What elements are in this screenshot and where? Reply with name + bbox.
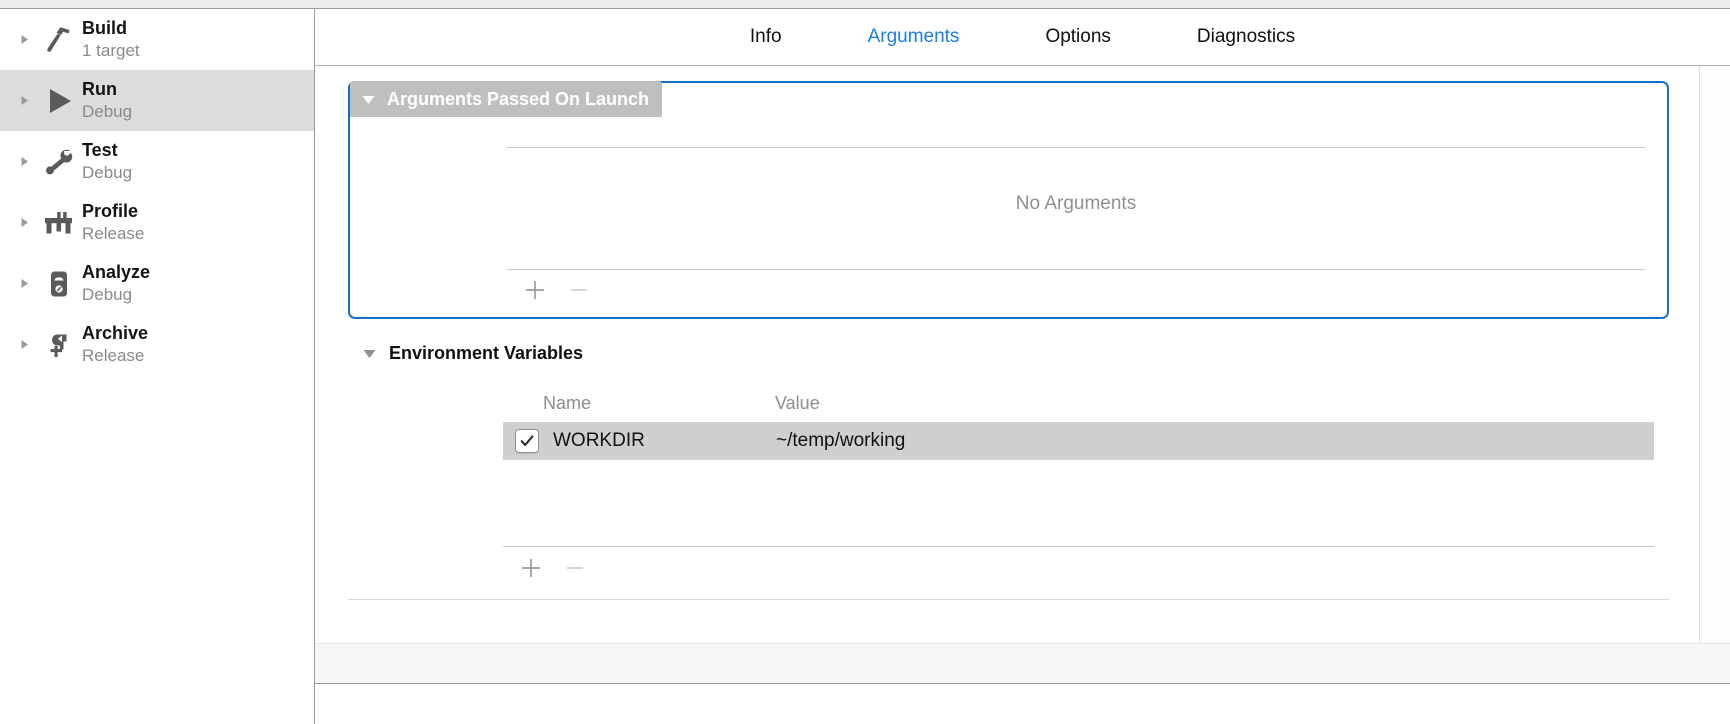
archive-icon — [36, 329, 82, 361]
environment-variables-table: Name Value WORKDIR ~/temp/working — [503, 384, 1654, 502]
env-value-cell[interactable]: ~/temp/working — [775, 430, 1654, 452]
environment-variables-title: Environment Variables — [389, 342, 584, 363]
arguments-section-header[interactable]: Arguments Passed On Launch — [350, 81, 663, 117]
arguments-pane-content: Arguments Passed On Launch No Arguments — [315, 66, 1730, 643]
arguments-section-title: Arguments Passed On Launch — [387, 88, 650, 109]
sidebar-item-profile[interactable]: Profile Release — [0, 192, 314, 253]
sidebar-item-subtitle: Release — [82, 223, 145, 243]
sidebar-item-title: Archive — [82, 323, 149, 344]
sidebar-item-text: Analyze Debug — [82, 262, 150, 304]
column-header-value: Value — [775, 392, 820, 413]
sidebar-item-text: Archive Release — [82, 323, 148, 365]
sidebar-item-archive[interactable]: Archive Release — [0, 314, 314, 375]
sidebar-item-subtitle: Debug — [82, 101, 133, 121]
pane-footer-bar — [315, 643, 1730, 684]
sidebar-item-title: Profile — [82, 201, 139, 222]
chevron-down-icon[interactable] — [362, 347, 377, 360]
gauge-icon — [36, 268, 82, 300]
sidebar-item-title: Run — [82, 79, 117, 100]
arguments-table-bottom-rule — [507, 269, 1645, 270]
table-column-headers: Name Value — [503, 384, 1654, 422]
play-icon — [36, 85, 82, 117]
add-argument-button[interactable] — [522, 277, 548, 303]
sidebar-item-run[interactable]: Run Debug — [0, 70, 314, 131]
remove-argument-button[interactable] — [566, 277, 592, 303]
sidebar-item-subtitle: Release — [82, 345, 145, 365]
tab-options[interactable]: Options — [1045, 26, 1110, 48]
disclosure-triangle-icon[interactable] — [18, 155, 36, 168]
hammer-icon — [36, 24, 82, 56]
arguments-empty-message: No Arguments — [1015, 193, 1137, 214]
scheme-actions-sidebar: Build 1 target Run Debug Test Debug Prof… — [0, 9, 315, 724]
arguments-table-top-rule — [507, 147, 1645, 148]
pane-bottom-rule — [348, 599, 1669, 600]
disclosure-triangle-icon[interactable] — [18, 94, 36, 107]
disclosure-triangle-icon[interactable] — [18, 338, 36, 351]
disclosure-triangle-icon[interactable] — [18, 33, 36, 46]
sidebar-item-test[interactable]: Test Debug — [0, 131, 314, 192]
chevron-down-icon[interactable] — [361, 93, 376, 106]
window-bottom-strip — [315, 684, 1730, 724]
add-environment-variable-button[interactable] — [518, 555, 544, 581]
disclosure-triangle-icon[interactable] — [18, 277, 36, 290]
scheme-editor-window: Build 1 target Run Debug Test Debug Prof… — [0, 8, 1730, 724]
sidebar-item-analyze[interactable]: Analyze Debug — [0, 253, 314, 314]
sidebar-item-subtitle: 1 target — [82, 40, 140, 60]
scheme-tab-bar: Info Arguments Options Diagnostics — [315, 9, 1730, 66]
sidebar-item-subtitle: Debug — [82, 284, 133, 304]
caliper-icon — [36, 207, 82, 239]
column-header-name: Name — [543, 392, 592, 413]
tab-arguments[interactable]: Arguments — [868, 26, 960, 48]
wrench-icon — [36, 146, 82, 178]
sidebar-item-title: Analyze — [82, 262, 151, 283]
arguments-pane-inner: Arguments Passed On Launch No Arguments — [315, 66, 1699, 643]
env-name-cell[interactable]: WORKDIR — [503, 429, 775, 453]
env-enabled-checkbox[interactable] — [515, 429, 539, 453]
sidebar-item-text: Test Debug — [82, 140, 132, 182]
sidebar-item-text: Run Debug — [82, 79, 132, 121]
sidebar-item-text: Profile Release — [82, 201, 144, 243]
environment-table-bottom-rule — [503, 546, 1654, 547]
remove-environment-variable-button[interactable] — [562, 555, 588, 581]
sidebar-item-title: Test — [82, 140, 118, 161]
environment-variables-header[interactable]: Environment Variables — [362, 338, 583, 368]
arguments-add-remove-controls — [522, 277, 592, 303]
scheme-detail-pane: Info Arguments Options Diagnostics Argum… — [315, 9, 1730, 724]
disclosure-triangle-icon[interactable] — [18, 216, 36, 229]
table-row-empty[interactable] — [503, 460, 1654, 502]
sidebar-item-build[interactable]: Build 1 target — [0, 9, 314, 70]
arguments-passed-on-launch-section: Arguments Passed On Launch No Arguments — [348, 81, 1669, 319]
env-name-text: WORKDIR — [553, 430, 645, 451]
sidebar-item-subtitle: Debug — [82, 162, 133, 182]
table-row[interactable]: WORKDIR ~/temp/working — [503, 423, 1654, 459]
tab-info[interactable]: Info — [750, 26, 782, 48]
sidebar-item-title: Build — [82, 18, 127, 39]
tab-diagnostics[interactable]: Diagnostics — [1197, 26, 1295, 48]
vertical-scrollbar-track[interactable] — [1699, 66, 1730, 643]
environment-add-remove-controls — [518, 555, 588, 581]
sidebar-item-text: Build 1 target — [82, 18, 140, 60]
